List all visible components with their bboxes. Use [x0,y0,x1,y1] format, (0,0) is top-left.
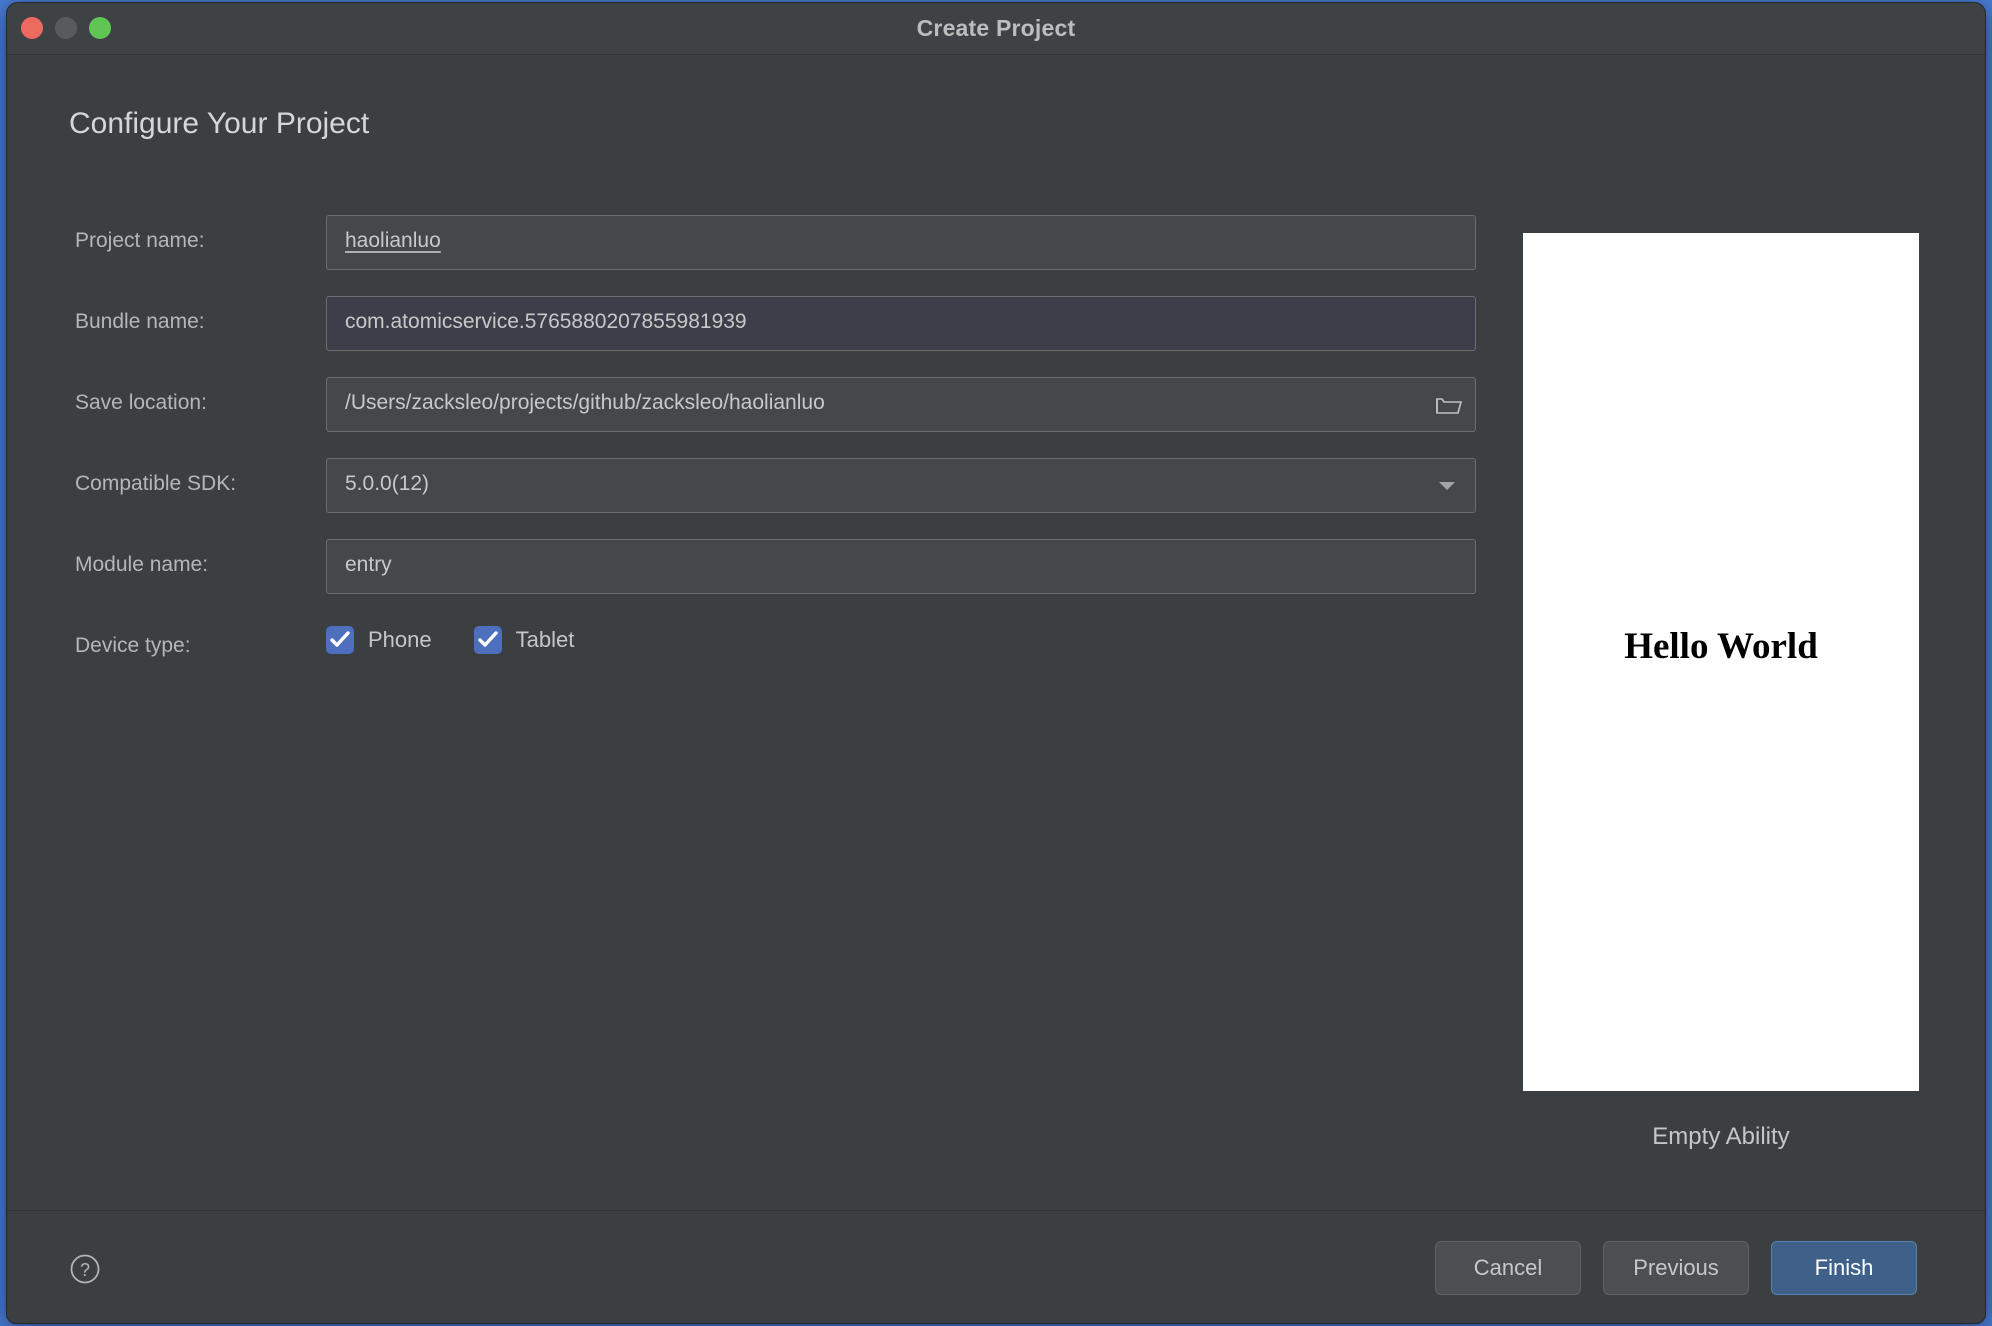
device-type-tablet-label: Tablet [515,627,575,652]
compatible-sdk-label: Compatible SDK: [75,472,237,495]
module-name-value: entry [345,553,392,576]
module-name-label: Module name: [75,553,209,576]
phone-preview-text: Hello World [1624,626,1818,667]
form-row-device-type: Device type: Phone Tablet [7,620,1497,701]
chevron-down-icon[interactable] [1439,482,1455,490]
form-row-compatible-sdk: Compatible SDK: 5.0.0(12) [7,458,1497,539]
folder-open-icon[interactable] [1425,380,1473,429]
previous-button[interactable]: Previous [1603,1241,1749,1295]
form-row-bundle-name: Bundle name: com.atomicservice.576588020… [7,296,1497,377]
form-row-save-location: Save location: /Users/zacksleo/projects/… [7,377,1497,458]
device-type-phone-label: Phone [368,627,432,652]
bundle-name-label: Bundle name: [75,310,205,333]
compatible-sdk-select[interactable]: 5.0.0(12) [326,458,1476,513]
checkbox-checked-icon[interactable] [326,626,354,654]
form-row-project-name: Project name: haolianluo [7,215,1497,296]
window-title: Create Project [916,15,1076,41]
save-location-input[interactable]: /Users/zacksleo/projects/github/zacksleo… [326,377,1476,432]
form-row-module-name: Module name: entry [7,539,1497,620]
create-project-dialog: Create Project Configure Your Project Pr… [6,2,1986,1324]
help-circle-icon[interactable]: ? [69,1253,101,1290]
compatible-sdk-value: 5.0.0(12) [345,472,430,495]
save-location-value: /Users/zacksleo/projects/github/zacksleo… [345,391,825,414]
window-titlebar: Create Project [7,3,1985,55]
phone-preview-screen: Hello World [1523,233,1919,1091]
preview-caption: Empty Ability [1652,1123,1790,1150]
finish-button[interactable]: Finish [1771,1241,1917,1295]
save-location-label: Save location: [75,391,207,414]
template-preview: Hello World Empty Ability [1523,233,1919,1151]
device-type-options: Phone Tablet [326,626,574,654]
device-type-option-phone[interactable]: Phone [326,626,432,654]
checkbox-checked-icon[interactable] [473,626,502,654]
project-name-value: haolianluo [345,229,441,252]
device-type-option-tablet[interactable]: Tablet [473,626,575,654]
page-title: Configure Your Project [69,107,370,140]
configure-project-form: Project name: haolianluo Bundle name: co… [7,215,1497,701]
device-type-label: Device type: [75,634,191,657]
project-name-input[interactable]: haolianluo [326,215,1476,270]
module-name-input[interactable]: entry [326,539,1476,594]
dialog-content: Configure Your Project Project name: hao… [7,55,1985,1210]
footer-button-group: Cancel Previous Finish [1435,1241,1917,1295]
dialog-footer: ? Cancel Previous Finish [7,1210,1985,1323]
bundle-name-input[interactable]: com.atomicservice.5765880207855981939 [326,296,1476,351]
bundle-name-value: com.atomicservice.5765880207855981939 [345,310,747,333]
svg-text:?: ? [80,1260,90,1280]
project-name-label: Project name: [75,229,205,252]
cancel-button[interactable]: Cancel [1435,1241,1581,1295]
